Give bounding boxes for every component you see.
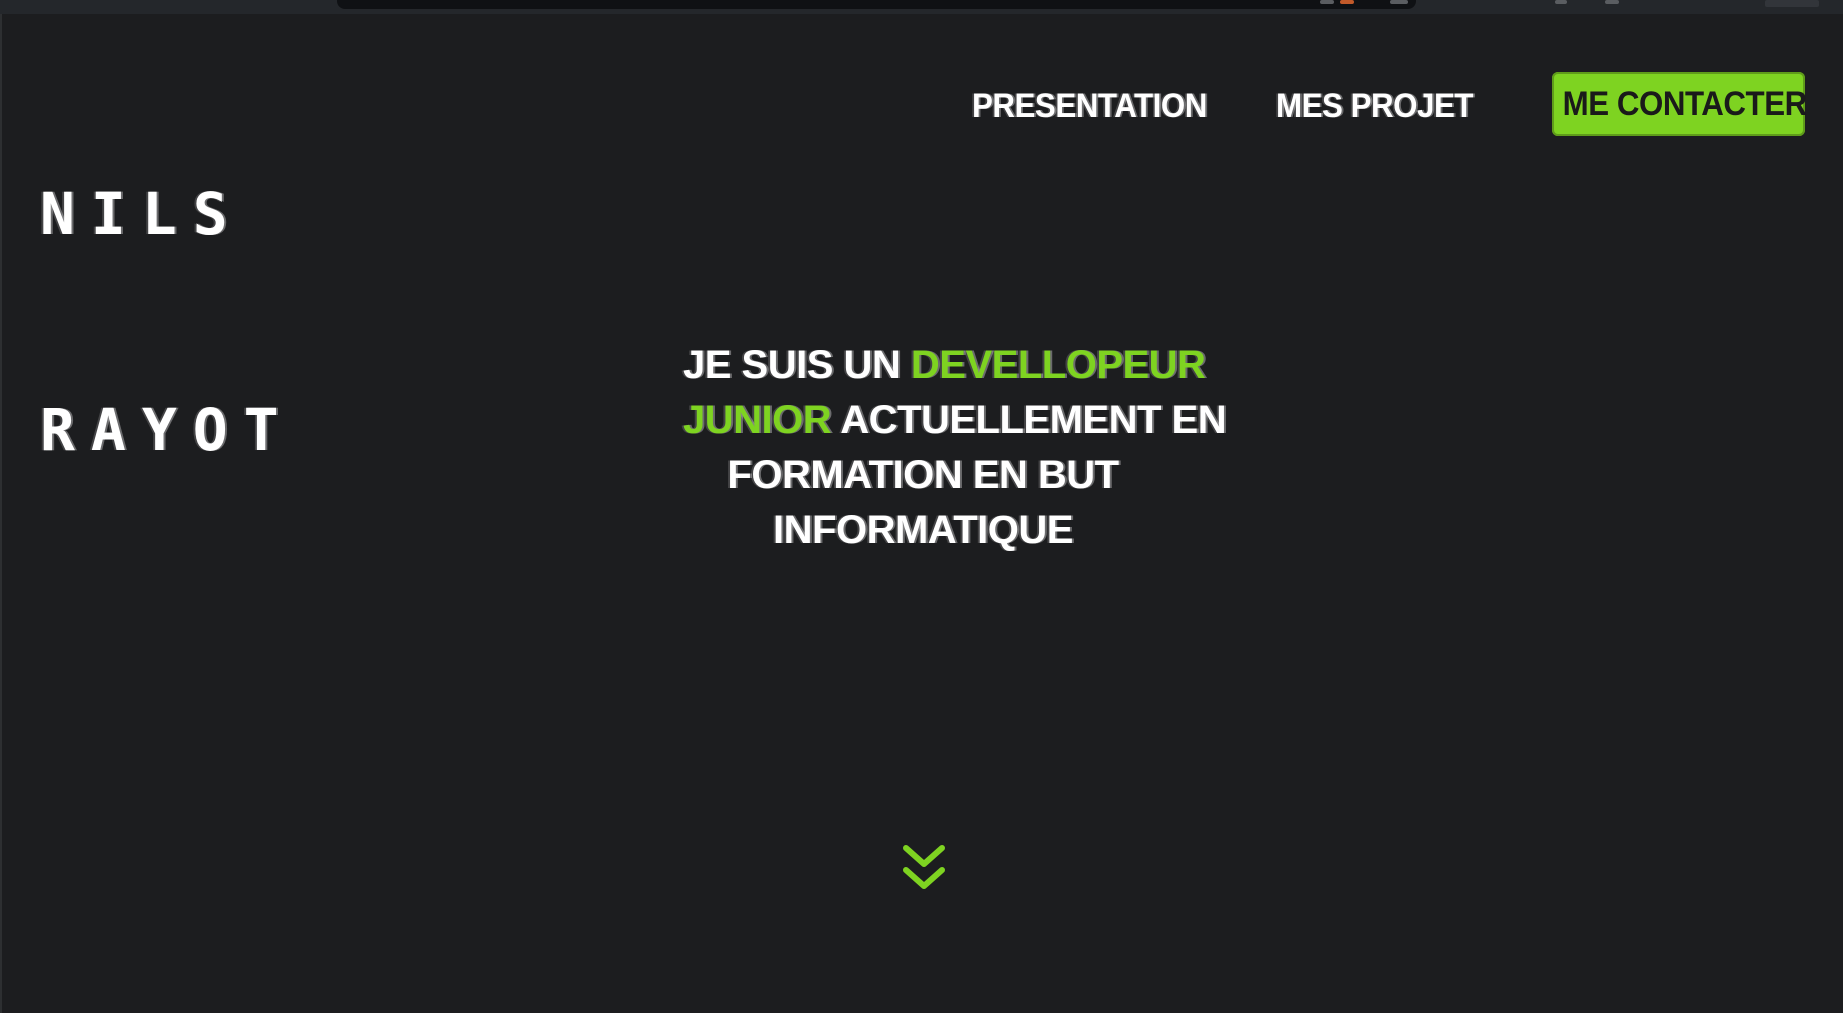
hero-line-4: INFORMATIQUE	[773, 508, 1073, 552]
browser-extension-icon[interactable]	[1390, 0, 1408, 4]
logo-last-name: RAYOT	[40, 396, 295, 464]
hero-line-2: JUNIOR ACTUELLEMENT EN	[683, 393, 1227, 448]
hero-line-1: JE SUIS UN DEVELLOPEUR	[683, 338, 1206, 393]
browser-profile-button[interactable]	[1765, 0, 1819, 7]
contact-button[interactable]: ME CONTACTER	[1552, 72, 1808, 136]
hero-line-3: FORMATION EN BUT	[727, 453, 1119, 497]
nav-presentation-link[interactable]: PRESENTATION	[972, 84, 1207, 128]
contact-button-label: ME CONTACTER	[1562, 85, 1808, 123]
logo-first-name: NILS	[40, 180, 244, 248]
browser-top-strip	[0, 0, 1843, 14]
hero-text: ACTUELLEMENT EN	[831, 398, 1227, 442]
browser-address-bar[interactable]	[337, 0, 1416, 9]
browser-extension-icon[interactable]	[1320, 0, 1334, 4]
hero-text: JE SUIS UN	[683, 343, 911, 387]
hero-tagline: JE SUIS UN DEVELLOPEUR JUNIOR ACTUELLEME…	[683, 338, 1227, 558]
hero-highlight: JUNIOR	[683, 398, 832, 442]
browser-toolbar-icon[interactable]	[1555, 0, 1567, 4]
site-logo[interactable]: NILS RAYOT	[40, 34, 295, 610]
browser-extension-icon[interactable]	[1340, 0, 1354, 4]
hero-highlight: DEVELLOPEUR	[910, 343, 1206, 387]
nav-projects-link[interactable]: MES PROJET	[1276, 84, 1473, 128]
double-chevron-down-icon[interactable]	[899, 842, 949, 894]
browser-toolbar-icon[interactable]	[1605, 0, 1619, 4]
portfolio-page: NILS RAYOT PRESENTATION MES PROJET ME CO…	[0, 14, 1843, 1013]
